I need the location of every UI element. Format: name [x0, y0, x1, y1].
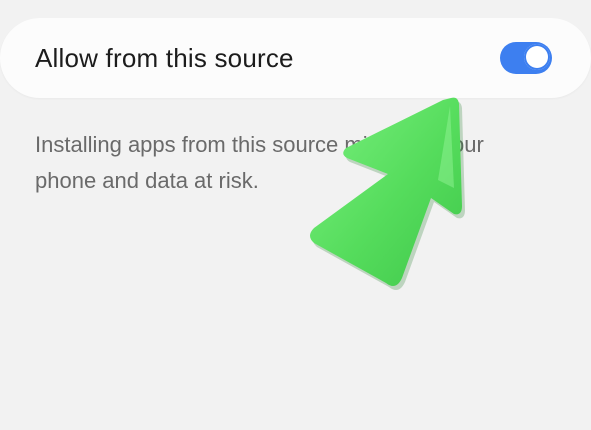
toggle-knob [524, 44, 550, 70]
security-warning-text: Installing apps from this source might p… [35, 132, 484, 193]
allow-source-setting-row[interactable]: Allow from this source [0, 18, 591, 98]
allow-source-label: Allow from this source [35, 43, 294, 73]
allow-source-toggle[interactable] [500, 42, 552, 74]
settings-screen: Allow from this source Installing apps f… [0, 0, 591, 430]
